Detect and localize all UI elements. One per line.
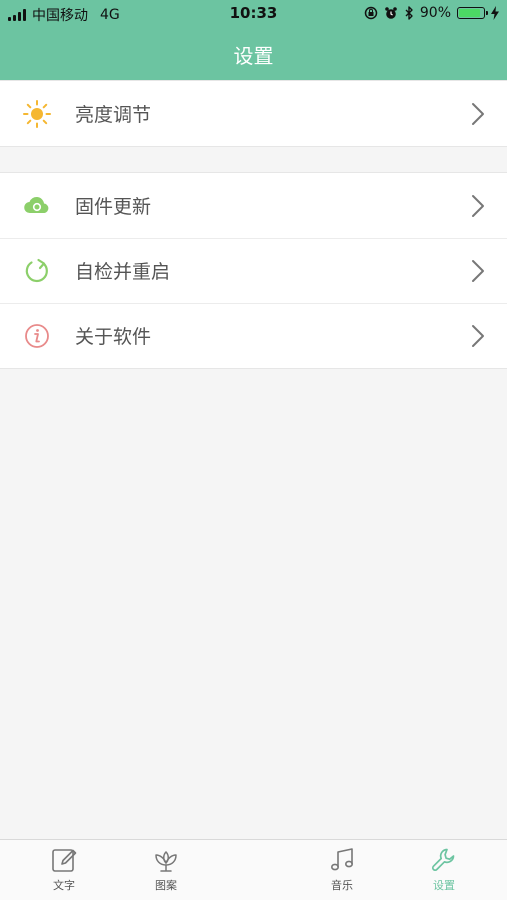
firmware-update-row[interactable]: 固件更新 xyxy=(0,173,507,238)
brightness-label: 亮度调节 xyxy=(75,104,152,126)
self-check-restart-label: 自检并重启 xyxy=(75,261,171,283)
tab-text[interactable]: 文字 xyxy=(34,846,94,898)
status-right: 90% xyxy=(364,5,499,21)
info-icon xyxy=(22,321,52,351)
chevron-right-icon xyxy=(472,194,484,217)
alarm-icon xyxy=(385,7,397,19)
tab-text-label: 文字 xyxy=(53,879,75,892)
sun-icon xyxy=(22,99,52,129)
chevron-right-icon xyxy=(472,259,484,282)
settings-group-system: 固件更新 自检并重启 关于软件 xyxy=(0,172,507,369)
tab-music[interactable]: 音乐 xyxy=(312,846,372,898)
battery-percent: 90% xyxy=(419,5,451,21)
tab-settings-label: 设置 xyxy=(433,879,455,892)
cloud-icon xyxy=(22,191,52,221)
chevron-right-icon xyxy=(472,324,484,347)
tab-pattern[interactable]: 图案 xyxy=(136,846,196,898)
restart-icon xyxy=(22,256,52,286)
charging-icon xyxy=(491,6,499,20)
tab-bar: 文字 图案 音乐 设置 xyxy=(0,839,507,900)
header: 中国移动 4G 10:33 90% 设置 xyxy=(0,0,507,80)
battery-tip xyxy=(486,11,488,15)
edit-icon xyxy=(52,849,77,872)
page-title: 设置 xyxy=(233,44,274,68)
about-software-row[interactable]: 关于软件 xyxy=(0,303,507,368)
tab-music-label: 音乐 xyxy=(331,879,353,892)
self-check-restart-row[interactable]: 自检并重启 xyxy=(0,238,507,303)
battery-icon xyxy=(457,7,488,19)
flower-icon xyxy=(155,850,177,872)
brightness-row[interactable]: 亮度调节 xyxy=(0,81,507,146)
status-bar: 中国移动 4G 10:33 90% xyxy=(0,0,507,28)
bluetooth-icon xyxy=(405,6,413,20)
tab-settings[interactable]: 设置 xyxy=(414,846,474,898)
chevron-right-icon xyxy=(472,102,484,125)
music-icon xyxy=(330,848,353,871)
tab-pattern-label: 图案 xyxy=(155,879,177,892)
wrench-icon xyxy=(432,848,455,871)
about-software-label: 关于软件 xyxy=(75,326,152,348)
firmware-update-label: 固件更新 xyxy=(75,196,152,218)
battery-fill xyxy=(459,9,480,17)
orientation-lock-icon xyxy=(364,6,378,20)
settings-group-display: 亮度调节 xyxy=(0,80,507,147)
